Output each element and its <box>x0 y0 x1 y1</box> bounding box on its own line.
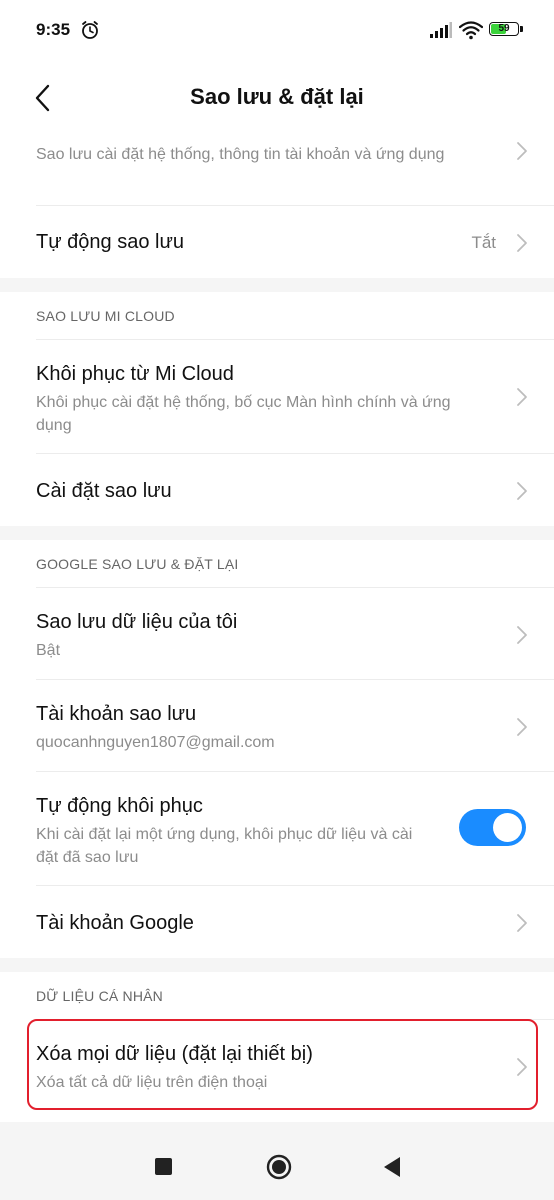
google-group: GOOGLE SAO LƯU & ĐẶT LẠI Sao lưu dữ liệu… <box>0 540 554 958</box>
signal-icon <box>430 22 452 38</box>
backup-data-item[interactable]: Sao lưu dữ liệu của tôi Bật <box>0 587 554 679</box>
backup-data-subtitle: Bật <box>36 642 61 659</box>
mi-cloud-group: SAO LƯU MI CLOUD Khôi phục từ Mi Cloud K… <box>0 292 554 526</box>
header: Sao lưu & đặt lại <box>0 62 554 134</box>
backup-account-subtitle: quocanhnguyen1807@gmail.com <box>36 734 275 751</box>
chevron-right-icon <box>517 142 527 160</box>
divider <box>36 339 554 340</box>
auto-restore-title: Tự động khôi phục <box>36 795 203 817</box>
back-triangle-icon[interactable] <box>383 1156 401 1178</box>
alarm-icon <box>82 21 98 39</box>
chevron-right-icon <box>517 718 527 736</box>
backup-account-item[interactable]: Tài khoản sao lưu quocanhnguyen1807@gmai… <box>0 679 554 771</box>
divider <box>36 205 554 206</box>
toggle-knob <box>493 813 522 842</box>
divider <box>36 587 554 588</box>
battery-icon: 59 <box>489 22 525 38</box>
battery-level: 59 <box>498 23 510 34</box>
backup-data-title: Sao lưu dữ liệu của tôi <box>36 611 238 633</box>
chevron-right-icon <box>517 1058 527 1076</box>
section-header-mi-cloud: SAO LƯU MI CLOUD <box>36 308 175 324</box>
personal-data-group: DỮ LIỆU CÁ NHÂN Xóa mọi dữ liệu (đặt lại… <box>0 972 554 1122</box>
partial-backup-item[interactable]: Sao lưu cài đặt hệ thống, thông tin tài … <box>0 134 554 205</box>
auto-restore-toggle[interactable] <box>459 809 526 846</box>
section-header-personal: DỮ LIỆU CÁ NHÂN <box>36 988 163 1004</box>
restore-mi-cloud-item[interactable]: Khôi phục từ Mi Cloud Khôi phục cài đặt … <box>0 339 554 453</box>
divider <box>36 771 554 772</box>
divider <box>36 885 554 886</box>
recent-apps-icon[interactable] <box>155 1158 172 1175</box>
auto-backup-value: Tắt <box>471 233 496 252</box>
auto-restore-subtitle: Khi cài đặt lại một ứng dụng, khôi phục … <box>36 826 413 866</box>
status-time: 9:35 <box>36 20 71 39</box>
section-header-google: GOOGLE SAO LƯU & ĐẶT LẠI <box>36 556 239 572</box>
restore-mi-cloud-subtitle: Khôi phục cài đặt hệ thống, bố cục Màn h… <box>36 394 451 434</box>
chevron-right-icon <box>517 482 527 500</box>
auto-backup-item[interactable]: Tự động sao lưu Tắt <box>0 205 554 278</box>
page-title: Sao lưu & đặt lại <box>190 84 364 109</box>
divider <box>36 1019 554 1020</box>
divider <box>36 453 554 454</box>
factory-reset-title: Xóa mọi dữ liệu (đặt lại thiết bị) <box>36 1043 313 1065</box>
google-account-title: Tài khoản Google <box>36 912 194 934</box>
backup-account-title: Tài khoản sao lưu <box>36 703 197 725</box>
chevron-right-icon <box>517 626 527 644</box>
status-bar: 9:35 59 <box>0 0 554 62</box>
factory-reset-subtitle: Xóa tất cả dữ liệu trên điện thoại <box>36 1074 268 1091</box>
chevron-right-icon <box>517 914 527 932</box>
backup-group: Sao lưu cài đặt hệ thống, thông tin tài … <box>0 134 554 278</box>
divider <box>36 679 554 680</box>
google-account-item[interactable]: Tài khoản Google <box>0 885 554 958</box>
navigation-bar <box>0 1134 554 1200</box>
auto-backup-title: Tự động sao lưu <box>36 231 184 253</box>
home-icon[interactable] <box>266 1154 292 1180</box>
chevron-right-icon <box>517 234 527 252</box>
battery-tip <box>520 26 523 32</box>
restore-mi-cloud-title: Khôi phục từ Mi Cloud <box>36 363 234 385</box>
auto-restore-item[interactable]: Tự động khôi phục Khi cài đặt lại một ứn… <box>0 771 554 885</box>
chevron-right-icon <box>517 388 527 406</box>
backup-settings-title: Cài đặt sao lưu <box>36 480 172 502</box>
wifi-icon <box>459 21 483 40</box>
factory-reset-item[interactable]: Xóa mọi dữ liệu (đặt lại thiết bị) Xóa t… <box>0 1019 554 1111</box>
backup-settings-item[interactable]: Cài đặt sao lưu <box>0 453 554 526</box>
partial-backup-subtitle: Sao lưu cài đặt hệ thống, thông tin tài … <box>36 146 445 163</box>
